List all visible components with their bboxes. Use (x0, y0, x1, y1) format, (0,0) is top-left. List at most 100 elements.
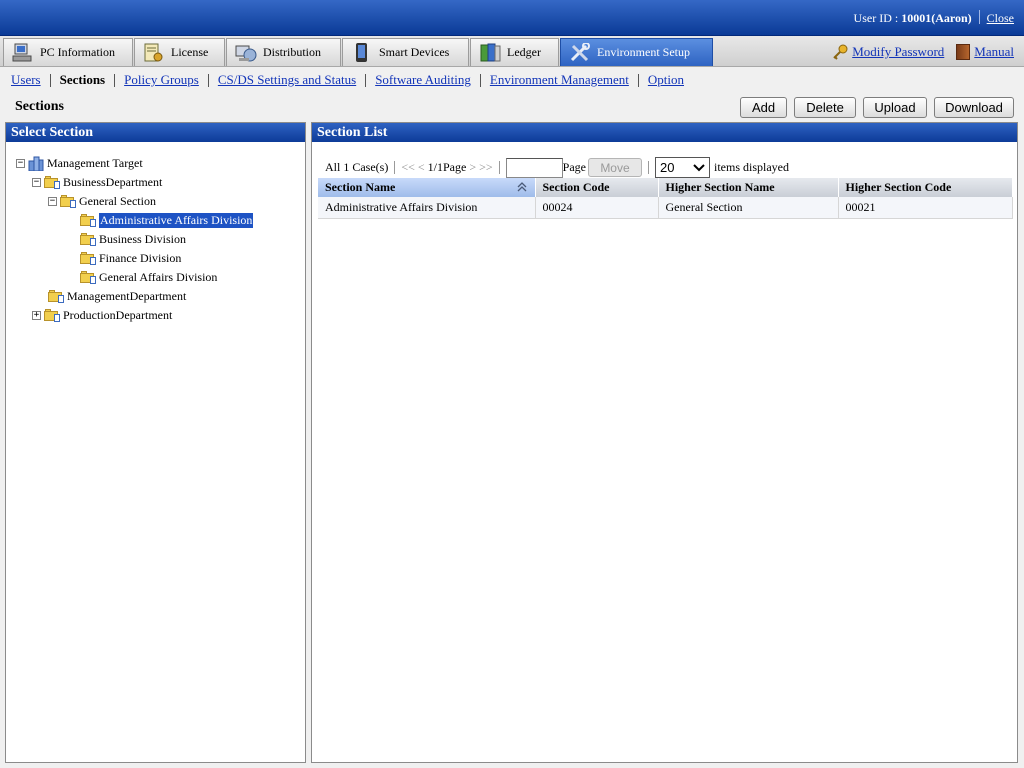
tab-label: Ledger (507, 45, 541, 59)
folder-icon (80, 271, 96, 284)
user-id-value: 10001(Aaron) (901, 11, 972, 25)
cell-higher-section-code: 00021 (838, 197, 1013, 219)
tab-license[interactable]: License (134, 38, 225, 66)
items-per-page-value: 20 (659, 160, 675, 175)
expand-toggle[interactable]: + (32, 311, 41, 320)
select-section-panel: Select Section − Management Target − Bus… (5, 122, 306, 763)
tab-label: PC Information (40, 45, 115, 59)
modify-password-link[interactable]: Modify Password (852, 44, 944, 60)
next-page-link[interactable]: > (469, 160, 476, 175)
subnav-policy-groups[interactable]: Policy Groups (124, 72, 199, 88)
pc-icon (12, 43, 34, 63)
column-header-section-code[interactable]: Section Code (535, 178, 659, 197)
column-header-higher-section-code[interactable]: Higher Section Code (838, 178, 1013, 197)
tree-node-label: General Section (79, 194, 156, 208)
subnav-sections[interactable]: Sections (60, 72, 106, 88)
upload-button[interactable]: Upload (863, 97, 927, 118)
table-header-row: Section Name Section Code Higher Section… (318, 178, 1013, 197)
subnav-software-auditing[interactable]: Software Auditing (375, 72, 471, 88)
move-button[interactable]: Move (587, 158, 642, 177)
collapse-toggle[interactable]: − (48, 197, 57, 206)
close-link[interactable]: Close (987, 11, 1014, 25)
divider (394, 161, 396, 174)
tree-node-label: ManagementDepartment (67, 289, 187, 303)
items-per-page-select[interactable]: 20 (654, 157, 710, 178)
folder-icon (44, 176, 60, 189)
tab-distribution[interactable]: Distribution (226, 38, 341, 66)
tree-node-label: Administrative Affairs Division (99, 213, 254, 228)
building-icon (28, 156, 44, 172)
tab-smart-devices[interactable]: Smart Devices (342, 38, 469, 66)
tree-node-label: Management Target (47, 156, 143, 170)
page-indicator: 1/1Page (427, 160, 467, 174)
pager: All 1 Case(s) << < 1/1Page > >> Page Mov… (325, 157, 789, 178)
tree-node-finance-division[interactable]: Finance Division (80, 250, 181, 267)
prev-page-link[interactable]: < (418, 160, 425, 175)
folder-icon (80, 214, 96, 227)
tools-icon (569, 41, 591, 63)
collapse-toggle[interactable]: − (16, 159, 25, 168)
key-icon (832, 44, 848, 60)
tree-node-business-department[interactable]: − BusinessDepartment (32, 174, 162, 191)
tab-pc-information[interactable]: PC Information (3, 38, 133, 66)
tab-ledger[interactable]: Ledger (470, 38, 559, 66)
user-info: User ID : 10001(Aaron) Close (854, 10, 1014, 26)
subnav-cs-ds-settings[interactable]: CS/DS Settings and Status (218, 72, 356, 88)
distribution-icon (235, 43, 257, 63)
section-list-title: Section List (312, 123, 1017, 142)
divider (637, 73, 639, 87)
subnav-environment-management[interactable]: Environment Management (490, 72, 629, 88)
items-displayed-label: items displayed (713, 160, 789, 174)
manual-link[interactable]: Manual (974, 44, 1014, 60)
tree-node-management-target[interactable]: − Management Target (16, 155, 143, 172)
select-section-title: Select Section (6, 123, 305, 142)
divider (479, 73, 481, 87)
tree-node-business-division[interactable]: Business Division (80, 231, 186, 248)
divider (647, 161, 649, 174)
tree-node-administrative-affairs-division[interactable]: Administrative Affairs Division (80, 212, 254, 229)
ledger-icon (479, 43, 501, 63)
sub-navigation: Users Sections Policy Groups CS/DS Setti… (0, 68, 1024, 92)
subnav-option[interactable]: Option (648, 72, 684, 88)
manual-book-icon (956, 44, 971, 60)
page-number-input[interactable] (505, 157, 563, 178)
divider (498, 161, 500, 174)
folder-icon (60, 195, 76, 208)
top-right-links: Modify Password Manual (832, 44, 1014, 60)
sort-ascending-icon (517, 182, 526, 192)
first-page-link[interactable]: << (401, 160, 415, 175)
top-header-bar: User ID : 10001(Aaron) Close (0, 0, 1024, 36)
folder-icon (80, 252, 96, 265)
page-label: Page (562, 160, 586, 174)
tree-node-label: Business Division (99, 232, 187, 246)
table-row[interactable]: Administrative Affairs Division 00024 Ge… (318, 197, 1013, 219)
last-page-link[interactable]: >> (479, 160, 493, 175)
collapse-toggle[interactable]: − (32, 178, 41, 187)
case-count: All 1 Case(s) (325, 160, 389, 174)
tree-node-label: ProductionDepartment (63, 308, 173, 322)
column-header-section-name[interactable]: Section Name (318, 178, 536, 197)
column-header-label: Section Name (325, 180, 396, 194)
user-id-label: User ID : (853, 11, 902, 25)
download-button[interactable]: Download (934, 97, 1014, 118)
add-button[interactable]: Add (740, 97, 787, 118)
folder-icon (44, 309, 60, 322)
cell-section-name: Administrative Affairs Division (318, 197, 536, 219)
divider (207, 73, 209, 87)
tree-node-management-department[interactable]: ManagementDepartment (48, 288, 186, 305)
license-icon (143, 43, 165, 63)
subnav-users[interactable]: Users (11, 72, 41, 88)
delete-button[interactable]: Delete (794, 97, 856, 118)
section-table: Section Name Section Code Higher Section… (318, 178, 1013, 219)
cell-higher-section-name: General Section (658, 197, 839, 219)
tree-node-production-department[interactable]: + ProductionDepartment (32, 307, 172, 324)
tree-node-label: General Affairs Division (99, 270, 218, 284)
folder-icon (48, 290, 64, 303)
divider (114, 73, 116, 87)
column-header-higher-section-name[interactable]: Higher Section Name (658, 178, 839, 197)
tree-node-general-affairs-division[interactable]: General Affairs Division (80, 269, 217, 286)
divider (49, 73, 51, 87)
tree-node-label: BusinessDepartment (63, 175, 163, 189)
tab-environment-setup[interactable]: Environment Setup (560, 38, 713, 66)
tree-node-general-section[interactable]: − General Section (48, 193, 156, 210)
